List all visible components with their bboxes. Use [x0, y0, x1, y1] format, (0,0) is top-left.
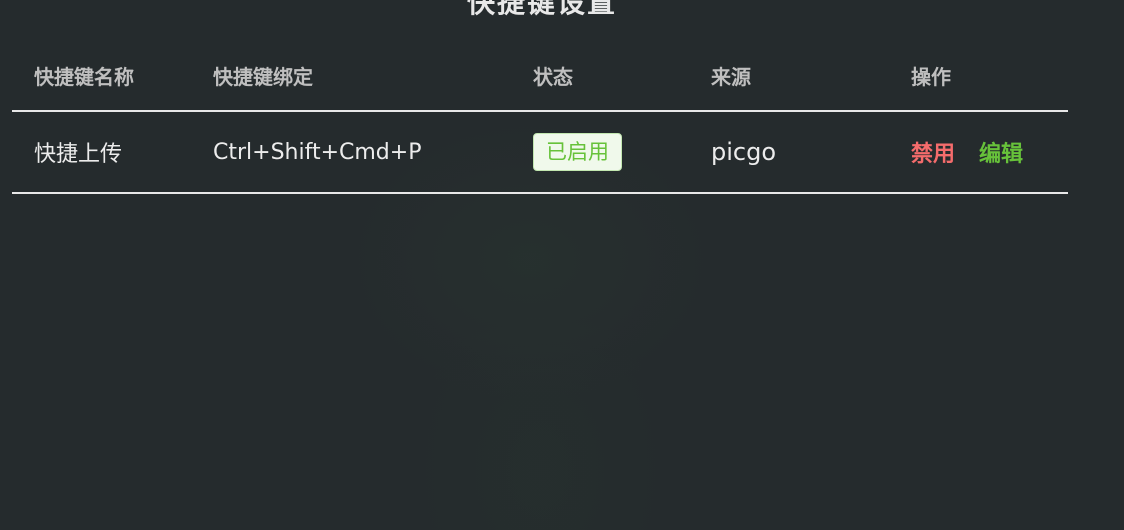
shortcut-settings-page: 快捷键设置 快捷键名称 快捷键绑定 状态 来源 操作 快捷上传 Ctrl+Shi…: [0, 0, 1124, 530]
disable-button[interactable]: 禁用: [911, 136, 955, 168]
header-source: 来源: [711, 64, 751, 89]
header-actions: 操作: [911, 64, 951, 89]
page-title: 快捷键设置: [466, 0, 617, 19]
shortcut-table: 快捷键名称 快捷键绑定 状态 来源 操作 快捷上传 Ctrl+Shift+Cmd…: [12, 40, 1068, 194]
status-badge: 已启用: [533, 133, 622, 171]
edit-button[interactable]: 编辑: [979, 136, 1023, 168]
shortcut-name-cell: 快捷上传: [34, 142, 123, 167]
header-shortcut-binding: 快捷键绑定: [213, 64, 313, 89]
header-status: 状态: [533, 64, 573, 89]
shortcut-binding-cell: Ctrl+Shift+Cmd+P: [213, 139, 422, 165]
source-cell: picgo: [711, 138, 777, 166]
table-header-row: 快捷键名称 快捷键绑定 状态 来源 操作: [12, 40, 1068, 112]
actions-cell: 禁用 编辑: [911, 112, 1023, 192]
header-shortcut-name: 快捷键名称: [34, 64, 134, 89]
table-row: 快捷上传 Ctrl+Shift+Cmd+P 已启用 picgo 禁用 编辑: [12, 112, 1068, 194]
status-cell: 已启用: [533, 112, 622, 192]
